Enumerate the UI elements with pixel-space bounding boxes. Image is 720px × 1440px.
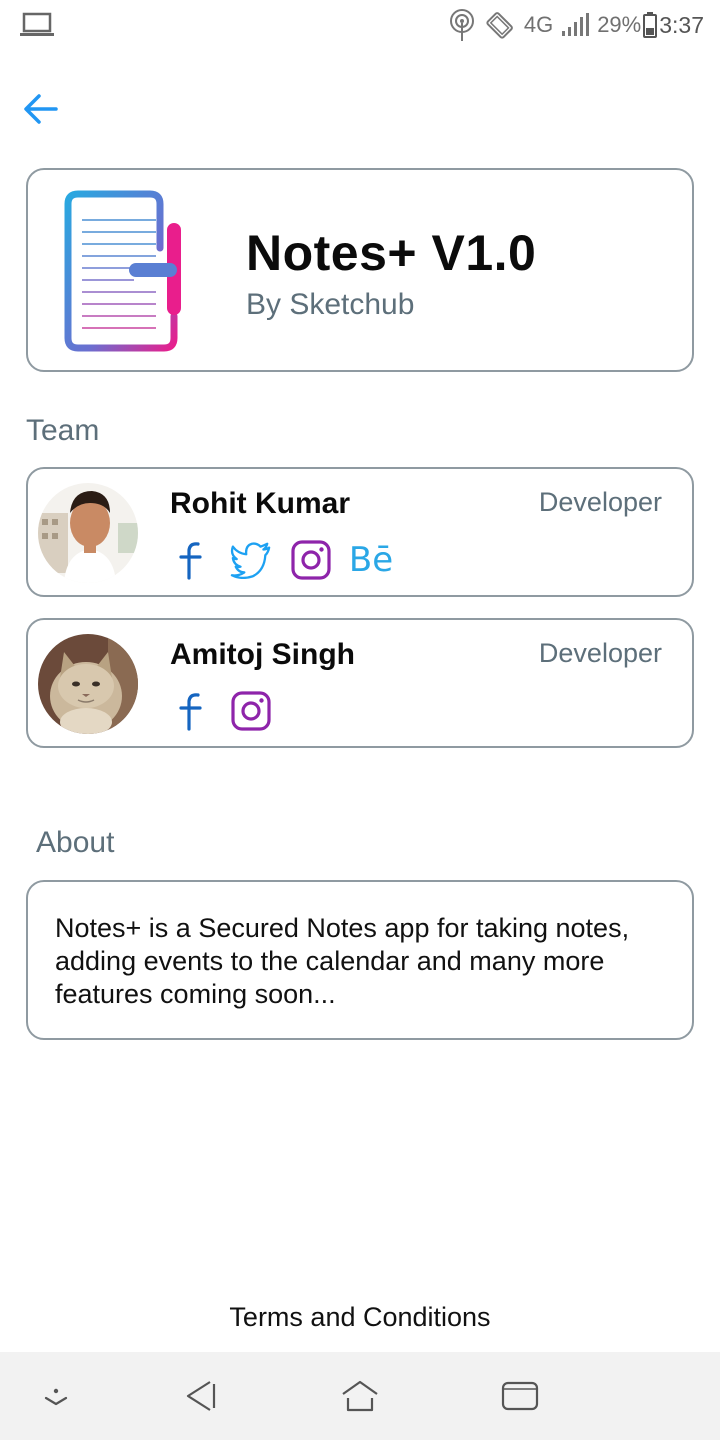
nav-hide-button[interactable]: [34, 1374, 78, 1418]
twitter-link[interactable]: [230, 539, 272, 581]
nav-back-button[interactable]: [178, 1374, 222, 1418]
app-author: By Sketchub: [246, 288, 415, 321]
facebook-icon: [179, 542, 202, 580]
app-name: Notes+ V1.0: [246, 225, 537, 281]
app-info-card: Notes+ V1.0 By Sketchub: [26, 168, 694, 372]
member-name: Rohit Kumar: [170, 487, 350, 520]
member-name: Amitoj Singh: [170, 638, 355, 671]
social-links: [170, 690, 272, 732]
team-section-title: Team: [26, 414, 100, 447]
about-text: Notes+ is a Secured Notes app for taking…: [55, 913, 630, 1009]
twitter-icon: [230, 542, 271, 579]
laptop-icon: [20, 12, 54, 36]
behance-link[interactable]: Bē: [348, 539, 394, 581]
navigation-bar: [0, 1352, 720, 1440]
nav-recents-button[interactable]: [498, 1374, 542, 1418]
avatar-photo-rohit: [38, 483, 138, 583]
instagram-icon: [231, 691, 271, 731]
arrow-left-icon: [24, 94, 58, 124]
nav-home-button[interactable]: [338, 1374, 382, 1418]
team-member-card: Rohit Kumar Developer Bē: [26, 467, 694, 597]
avatar: [38, 634, 138, 734]
network-type: 4G: [523, 12, 554, 37]
behance-icon: Bē: [348, 540, 394, 580]
chevron-down-icon: [44, 1388, 68, 1406]
home-icon: [342, 1380, 378, 1412]
triangle-back-icon: [186, 1381, 216, 1411]
facebook-link[interactable]: [170, 539, 212, 581]
member-role: Developer: [538, 638, 662, 668]
instagram-link[interactable]: [230, 690, 272, 732]
hotspot-icon: [449, 9, 474, 41]
clock: 3:37: [659, 11, 704, 38]
about-card: Notes+ is a Secured Notes app for taking…: [26, 880, 694, 1040]
rotate-icon: [486, 12, 513, 39]
about-section-title: About: [36, 826, 115, 859]
status-icons: 4G 29% 3:37: [448, 8, 704, 42]
back-button[interactable]: [20, 88, 62, 130]
recents-icon: [501, 1381, 539, 1411]
battery-percent: 29%: [597, 12, 642, 37]
team-member-card: Amitoj Singh Developer: [26, 618, 694, 748]
facebook-icon: [179, 693, 202, 731]
signal-icon: [562, 13, 590, 36]
instagram-link[interactable]: [290, 539, 332, 581]
avatar-photo-amitoj: [38, 634, 138, 734]
instagram-icon: [291, 540, 331, 580]
social-links: Bē: [170, 539, 394, 581]
notes-plus-logo: [64, 190, 221, 352]
status-bar: 4G 29% 3:37: [0, 0, 720, 50]
facebook-link[interactable]: [170, 690, 212, 732]
member-role: Developer: [538, 487, 662, 517]
avatar: [38, 483, 138, 583]
battery-icon: [643, 12, 658, 38]
terms-link[interactable]: Terms and Conditions: [0, 1302, 720, 1333]
